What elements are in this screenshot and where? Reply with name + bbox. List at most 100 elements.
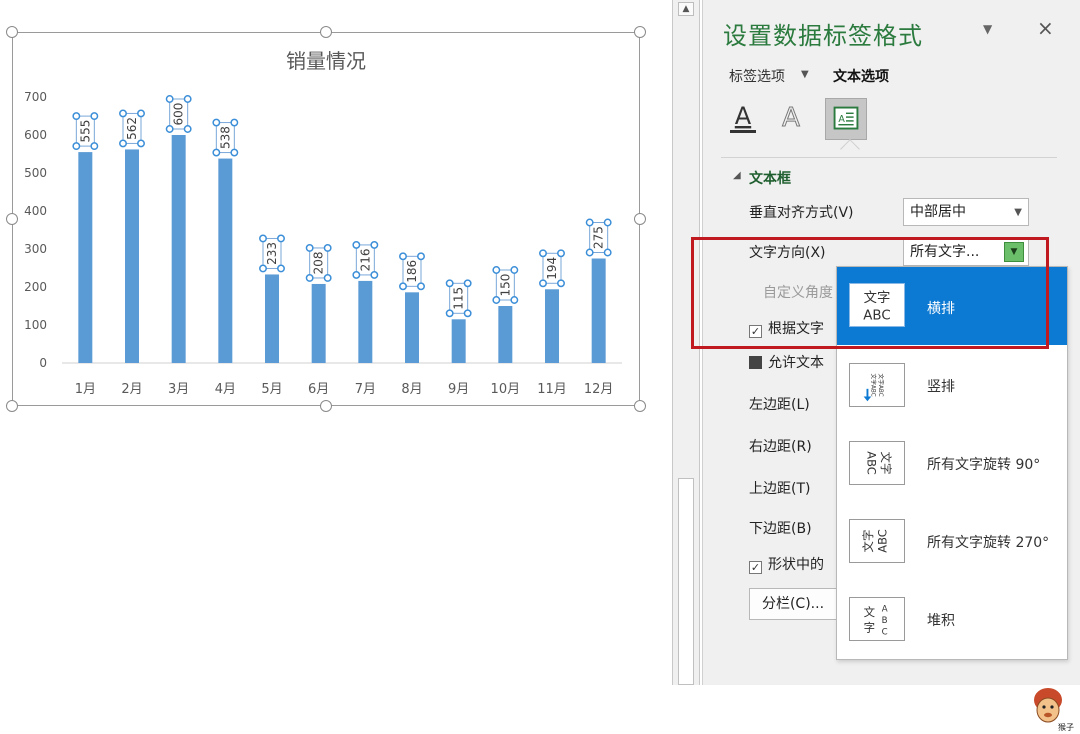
data-label[interactable]: 216 xyxy=(358,248,372,271)
data-label-handle[interactable] xyxy=(399,252,407,261)
text-fill-icon[interactable]: A xyxy=(727,100,759,136)
data-label-handle[interactable] xyxy=(585,218,594,227)
data-label-handle[interactable] xyxy=(557,249,565,258)
section-title-textbox[interactable]: 文本框 xyxy=(749,168,791,188)
data-label-handle[interactable] xyxy=(72,112,81,121)
data-label-handle[interactable] xyxy=(72,142,81,151)
data-label[interactable]: 538 xyxy=(218,126,232,149)
data-label-handle[interactable] xyxy=(445,309,454,318)
data-label-handle[interactable] xyxy=(165,95,174,103)
data-label-handle[interactable] xyxy=(90,142,99,151)
data-label-handle[interactable] xyxy=(212,118,221,127)
data-label-handle[interactable] xyxy=(463,279,472,288)
direction-option-vertical[interactable]: 文字ABC 文字ABC 竖排 xyxy=(837,345,1067,423)
tab-text-options[interactable]: 文本选项 xyxy=(833,66,889,86)
bar[interactable] xyxy=(218,158,233,363)
data-label[interactable]: 186 xyxy=(405,260,419,283)
data-label[interactable]: 562 xyxy=(125,117,139,140)
data-label-handle[interactable] xyxy=(539,279,547,288)
allow-overflow-checkbox[interactable] xyxy=(749,356,762,369)
data-label-handle[interactable] xyxy=(352,240,361,249)
collapse-icon[interactable]: ◢ xyxy=(733,170,741,181)
data-label-handle[interactable] xyxy=(510,266,519,274)
bar[interactable] xyxy=(545,289,559,363)
data-label-handle[interactable] xyxy=(119,109,127,118)
bar[interactable] xyxy=(405,292,419,363)
data-label[interactable]: 194 xyxy=(545,257,559,280)
data-label-handle[interactable] xyxy=(212,148,221,157)
bar[interactable] xyxy=(498,306,513,363)
direction-option-stacked[interactable]: 文 字 A B C 堆积 xyxy=(837,579,1067,657)
direction-option-horizontal[interactable]: 文字 ABC 横排 xyxy=(837,267,1067,345)
data-label-handle[interactable] xyxy=(370,240,379,249)
chevron-down-icon[interactable]: ▼ xyxy=(801,69,809,80)
data-label-handle[interactable] xyxy=(510,296,519,304)
bar[interactable] xyxy=(265,274,279,363)
bar[interactable] xyxy=(78,152,93,363)
data-label-handle[interactable] xyxy=(277,234,285,243)
columns-button[interactable]: 分栏(C)... xyxy=(749,588,837,620)
data-label-handle[interactable] xyxy=(183,95,192,103)
data-label-handle[interactable] xyxy=(323,244,332,252)
bar[interactable] xyxy=(358,280,373,363)
data-label-handle[interactable] xyxy=(417,252,425,261)
bar[interactable] xyxy=(591,258,606,364)
data-label-handle[interactable] xyxy=(259,264,267,273)
tab-label-options[interactable]: 标签选项 xyxy=(729,66,785,86)
allow-overflow-checkbox-row[interactable]: 允许文本 xyxy=(749,352,824,372)
bar[interactable] xyxy=(171,135,186,363)
data-label-handle[interactable] xyxy=(539,249,547,258)
data-label-handle[interactable] xyxy=(119,139,127,148)
text-outline-icon[interactable]: A xyxy=(775,100,807,136)
text-direction-dropdown-list[interactable]: 文字 ABC 横排 文字ABC 文字ABC 竖排 文字 ABC 所有文字旋转 9… xyxy=(836,266,1068,660)
data-label[interactable]: 555 xyxy=(78,120,92,143)
scroll-up-button[interactable]: ▲ xyxy=(678,2,694,16)
data-label-handle[interactable] xyxy=(230,118,239,127)
data-label-handle[interactable] xyxy=(417,282,425,291)
bar[interactable] xyxy=(311,283,326,363)
data-label-handle[interactable] xyxy=(370,270,379,279)
data-label-handle[interactable] xyxy=(585,248,594,257)
data-label-handle[interactable] xyxy=(230,148,239,157)
data-label-handle[interactable] xyxy=(603,218,612,227)
direction-option-rotate-270[interactable]: 文字 ABC 所有文字旋转 270° xyxy=(837,501,1067,579)
data-label[interactable]: 600 xyxy=(172,103,186,126)
bar[interactable] xyxy=(451,319,466,363)
resize-shape-checkbox-row[interactable]: ✓ 根据文字 xyxy=(749,318,824,338)
wrap-text-checkbox-row[interactable]: ✓ 形状中的 xyxy=(749,554,824,574)
data-label-handle[interactable] xyxy=(463,309,472,318)
data-label[interactable]: 233 xyxy=(265,242,279,265)
data-label-handle[interactable] xyxy=(259,234,267,243)
data-label-handle[interactable] xyxy=(603,248,612,257)
bar[interactable] xyxy=(125,149,139,363)
chart-title[interactable]: 销量情况 xyxy=(286,49,366,73)
close-icon[interactable]: × xyxy=(1037,16,1054,40)
data-label-handle[interactable] xyxy=(165,125,174,133)
textbox-icon[interactable]: A xyxy=(825,98,867,140)
data-label[interactable]: 208 xyxy=(312,252,326,275)
data-label-handle[interactable] xyxy=(352,270,361,279)
data-label[interactable]: 275 xyxy=(592,226,606,249)
data-label[interactable]: 150 xyxy=(498,274,512,297)
data-label-handle[interactable] xyxy=(137,139,145,148)
data-label-handle[interactable] xyxy=(445,279,454,288)
data-label-handle[interactable] xyxy=(90,112,99,121)
data-label-handle[interactable] xyxy=(305,274,314,282)
data-labels[interactable]: 555 562 600 538 233 208 216 186 115 150 194 275 xyxy=(72,95,612,318)
data-label-handle[interactable] xyxy=(183,125,192,133)
data-label[interactable]: 115 xyxy=(452,287,466,310)
data-label-handle[interactable] xyxy=(277,264,285,273)
scrollbar-thumb[interactable] xyxy=(678,478,694,685)
text-direction-select[interactable]: 所有文字... ▼ xyxy=(903,238,1029,266)
bar-series[interactable] xyxy=(78,135,606,364)
resize-shape-checkbox[interactable]: ✓ xyxy=(749,325,762,338)
wrap-text-checkbox[interactable]: ✓ xyxy=(749,561,762,574)
data-label-handle[interactable] xyxy=(399,282,407,291)
data-label-handle[interactable] xyxy=(492,296,501,304)
direction-option-rotate-90[interactable]: 文字 ABC 所有文字旋转 90° xyxy=(837,423,1067,501)
data-label-handle[interactable] xyxy=(323,274,332,282)
pane-options-dropdown-icon[interactable]: ▼ xyxy=(983,22,992,36)
data-label-handle[interactable] xyxy=(557,279,565,288)
dropdown-button-icon[interactable]: ▼ xyxy=(1004,242,1024,262)
data-label-handle[interactable] xyxy=(305,244,314,252)
